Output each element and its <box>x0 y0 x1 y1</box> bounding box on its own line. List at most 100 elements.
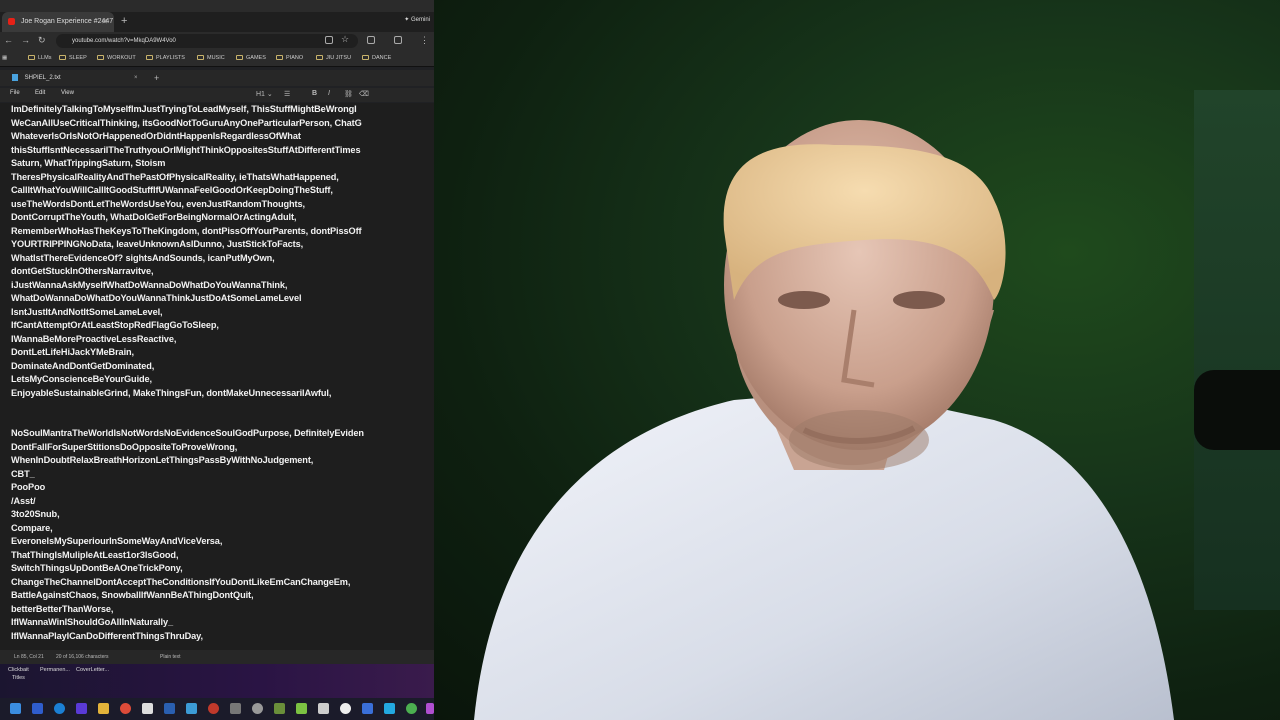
windows-taskbar <box>0 698 434 720</box>
youtube-icon <box>8 17 15 25</box>
reload-icon[interactable]: ↻ <box>38 35 46 46</box>
text-line: NoSoulMantraTheWorldIsNotWordsNoEvidence… <box>11 428 364 438</box>
extensions-icon[interactable] <box>367 36 375 44</box>
text-line: LetsMyConscienceBeYourGuide, <box>11 374 153 384</box>
app-icon[interactable] <box>76 703 87 714</box>
folder-icon <box>146 55 153 61</box>
browser-tab-youtube[interactable]: Joe Rogan Experience #2447 - ... ✕ <box>2 12 114 45</box>
list-icon[interactable]: ☰ <box>284 90 290 98</box>
bottom-dock: Clickbait Permanen... CoverLetter... Tit… <box>0 664 434 698</box>
app-icon[interactable] <box>318 703 329 714</box>
start-icon[interactable] <box>10 703 21 714</box>
bookmark-folder[interactable]: MUSIC <box>197 53 225 63</box>
record-icon[interactable] <box>208 703 219 714</box>
menu-view[interactable]: View <box>61 90 74 96</box>
text-line: RememberWhoHasTheKeysToTheKingdom, dontP… <box>11 225 362 236</box>
link-icon[interactable]: ⛓ <box>344 90 353 98</box>
bookmark-folder[interactable]: GAMES <box>236 53 266 63</box>
menu-edit[interactable]: Edit <box>35 90 45 96</box>
notepad-tab[interactable]: SHPIEL_2.txt × <box>6 70 146 86</box>
text-line: DontLetLifeHiJackYMeBrain, <box>11 347 134 357</box>
notepad-icon[interactable] <box>186 703 197 714</box>
settings-icon[interactable] <box>230 703 241 714</box>
new-tab-icon[interactable]: + <box>121 15 127 27</box>
chrome-icon[interactable] <box>120 703 131 714</box>
bookmark-folder[interactable]: SLEEP <box>59 53 87 63</box>
close-icon[interactable]: × <box>134 70 138 86</box>
dock-item[interactable]: Titles <box>12 675 25 681</box>
text-line: useTheWordsDontLetTheWordsUseYou, evenJu… <box>11 198 305 209</box>
back-icon[interactable]: ← <box>4 35 13 45</box>
text-line: PooPoo <box>11 482 46 492</box>
new-tab-icon[interactable]: + <box>154 70 159 86</box>
document-icon[interactable] <box>142 703 153 714</box>
text-line: YOURTRIPPINGNoData, leaveUnknownAsIDunno… <box>11 239 304 249</box>
forward-icon[interactable]: → <box>21 35 30 45</box>
bookmark-star-icon[interactable]: ☆ <box>341 34 349 45</box>
browser-toolbar: ← → ↻ youtube.com/watch?v=MkqDA9W4Vo0 ☆ … <box>0 32 434 50</box>
app-icon[interactable] <box>384 703 395 714</box>
bookmark-folder[interactable]: WORKOUT <box>97 53 136 63</box>
url-text: youtube.com/watch?v=MkqDA9W4Vo0 <box>72 38 176 44</box>
text-line: WhatDoWannaDoWhatDoYouWannaThinkJustDoAt… <box>11 293 302 303</box>
folder-icon <box>316 55 323 61</box>
app-icon[interactable] <box>296 703 307 714</box>
notepad-tab-title: SHPIEL_2.txt <box>24 75 61 81</box>
app-icon[interactable] <box>406 703 417 714</box>
app-icon[interactable] <box>164 703 175 714</box>
app-icon[interactable] <box>426 703 434 714</box>
bookmark-folder[interactable]: PIANO <box>276 53 303 63</box>
bookmark-folder[interactable]: DANCE <box>362 53 391 63</box>
text-line: /Asst/ <box>11 495 36 506</box>
app-icon[interactable] <box>362 703 373 714</box>
app-icon[interactable] <box>252 703 263 714</box>
edge-icon[interactable] <box>54 703 65 714</box>
menu-file[interactable]: File <box>10 90 20 96</box>
folder-icon <box>197 55 204 61</box>
bookmark-folder[interactable]: PLAYLISTS <box>146 53 185 63</box>
close-icon[interactable]: ✕ <box>101 12 108 32</box>
dock-item[interactable]: Clickbait <box>8 667 29 673</box>
bold-icon[interactable]: B <box>312 90 317 97</box>
text-line: IfIWannaWinIShouldGoAllInNaturally_ <box>11 617 173 627</box>
text-line: TheresPhysicalRealityAndThePastOfPhysica… <box>11 171 339 182</box>
webcam-feed <box>434 0 1280 720</box>
apps-grid-icon[interactable]: ▦ <box>2 53 7 63</box>
text-line: dontGetStuckInOthersNarravitve, <box>11 266 154 276</box>
dock-item[interactable]: CoverLetter... <box>76 667 109 673</box>
notepad-tab-strip: SHPIEL_2.txt × + <box>0 70 434 86</box>
screen-share-left: Joe Rogan Experience #2447 - ... ✕ + ✦ G… <box>0 0 434 720</box>
menu-icon[interactable]: ⋮ <box>420 35 429 46</box>
app-icon[interactable] <box>274 703 285 714</box>
folder-icon <box>28 55 35 61</box>
app-icon[interactable] <box>32 703 43 714</box>
dock-item[interactable]: Permanen... <box>40 667 70 673</box>
italic-icon[interactable]: I <box>328 90 330 97</box>
text-line: WeCanAllUseCriticalThinking, itsGoodNotT… <box>11 117 362 128</box>
gemini-label: Gemini <box>410 17 430 23</box>
bookmark-folder[interactable]: JIU JITSU <box>316 53 351 63</box>
text-line: DontFallForSuperStitionsDoOppositeToProv… <box>11 441 238 452</box>
folder-icon <box>97 55 104 61</box>
bookmark-folder[interactable]: LLMs <box>28 53 51 63</box>
folder-icon[interactable] <box>98 703 109 714</box>
text-line: WhenInDoubtRelaxBreathHorizonLetThingsPa… <box>11 455 314 465</box>
text-line: thisStuffIsntNecessarilTheTruthyouOrIMig… <box>11 144 361 155</box>
address-bar[interactable]: youtube.com/watch?v=MkqDA9W4Vo0 <box>56 34 358 48</box>
clear-format-icon[interactable]: ⌫ <box>359 90 369 98</box>
browser-tab-strip: Joe Rogan Experience #2447 - ... ✕ + ✦ G… <box>0 12 434 45</box>
text-line: BattleAgainstChaos, SnowballIfWannBeAThi… <box>11 590 254 600</box>
text-line: ThatThingIsMulipleAtLeast1or3IsGood, <box>11 549 179 560</box>
text-line: EnjoyableSustainableGrind, MakeThingsFun… <box>11 387 332 398</box>
gemini-button[interactable]: ✦ Gemini <box>404 16 430 23</box>
install-icon[interactable] <box>325 36 333 44</box>
text-line: DontCorruptTheYouth, WhatDoIGetForBeingN… <box>11 212 297 222</box>
text-line: SwitchThingsUpDontBeAOneTrickPony, <box>11 563 183 573</box>
heading-dropdown[interactable]: H1 ⌄ <box>256 90 273 98</box>
notepad-editor[interactable]: ImDefinitelyTalkingToMyselfImJustTryingT… <box>0 103 434 650</box>
sidepanel-icon[interactable] <box>394 36 402 44</box>
text-line: betterBetterThanWorse, <box>11 603 114 614</box>
bookmarks-bar: ▦ LLMs SLEEP WORKOUT PLAYLISTS MUSIC GAM… <box>0 50 434 67</box>
char-count: 20 of 16,106 characters <box>56 654 109 660</box>
app-icon[interactable] <box>340 703 351 714</box>
